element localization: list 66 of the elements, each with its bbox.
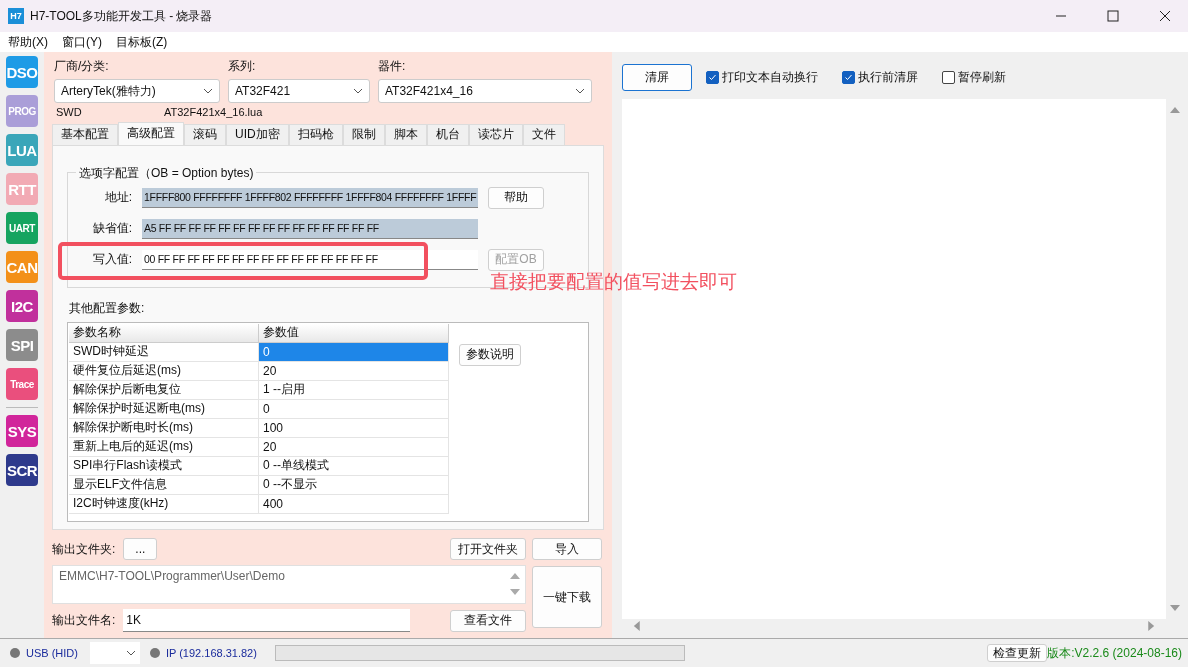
window-title: H7-TOOL多功能开发工具 - 烧录器	[30, 7, 214, 25]
app-logo: H7	[8, 8, 24, 24]
tab[interactable]: 基本配置	[52, 124, 118, 145]
tab[interactable]: 读芯片	[468, 124, 523, 145]
tab[interactable]: UID加密	[226, 124, 289, 145]
interface-text: SWD	[56, 106, 83, 118]
chevron-down-icon	[125, 650, 136, 656]
field-label: 系列:	[228, 58, 257, 75]
dropdown[interactable]: AT32F421x4_16	[378, 79, 592, 103]
browse-button[interactable]: ...	[123, 538, 158, 560]
field-label: 缺省值:	[91, 220, 132, 238]
section-title: 其他配置参数:	[69, 299, 146, 317]
version-text: 版本:V2.2.6 (2024-08-16)	[1047, 644, 1182, 662]
input-field[interactable]: 1K	[123, 609, 411, 632]
tab[interactable]: 脚本	[384, 124, 427, 145]
tab[interactable]: 机台	[426, 124, 469, 145]
group-title: 选项字配置（OB = Option bytes)	[76, 164, 257, 182]
checkbox[interactable]: 打印文本自动换行	[706, 69, 818, 86]
path-field[interactable]: EMMC\H7-TOOL\Programmer\User\Demo	[52, 565, 526, 604]
nav-tile[interactable]: SYS	[6, 415, 38, 447]
nav-tile[interactable]: I2C	[6, 290, 38, 322]
chevron-down-icon	[203, 88, 213, 94]
ip-status: IP (192.168.31.82)	[165, 647, 257, 659]
clear-button[interactable]: 清屏	[622, 64, 692, 91]
readonly-field[interactable]: A5 FF FF FF FF FF FF FF FF FF FF FF FF FF FF FF	[142, 218, 478, 239]
field-label: 地址:	[103, 189, 132, 207]
tab[interactable]: 高级配置	[118, 122, 184, 145]
script-file-text: AT32F421x4_16.lua	[164, 106, 264, 118]
usb-status: USB (HID)	[26, 647, 78, 659]
column-header: 参数值	[259, 323, 449, 343]
dropdown[interactable]: AT32F421	[228, 79, 370, 103]
field-label: 写入值:	[91, 251, 132, 269]
checkbox-box[interactable]	[942, 71, 955, 84]
readonly-field[interactable]: 1FFFF800 FFFFFFFF 1FFFF802 FFFFFFFF 1FFFF804 FFFFFFFF 1FFFF	[142, 187, 478, 208]
nav-tile[interactable]: Trace	[6, 368, 38, 400]
checkbox-box[interactable]	[706, 71, 719, 84]
tab[interactable]: 滚码	[184, 124, 226, 145]
tab[interactable]: 文件	[522, 124, 565, 145]
field-label: 器件:	[378, 58, 407, 75]
chevron-down-icon	[353, 88, 363, 94]
checkbox-box[interactable]	[842, 71, 855, 84]
download-button[interactable]: 一键下载	[532, 566, 602, 628]
field-label: 输出文件夹:	[52, 540, 116, 558]
menu-item[interactable]: 目标板(Z)	[116, 33, 168, 51]
dropdown[interactable]: ArteryTek(雅特力)	[54, 79, 220, 103]
param-help-button[interactable]: 参数说明	[459, 343, 521, 366]
checkbox[interactable]: 暂停刷新	[942, 69, 1006, 86]
menu-item[interactable]: 窗口(Y)	[62, 33, 102, 51]
field-label: 输出文件名:	[52, 612, 116, 629]
column-header: 参数名称	[69, 323, 259, 343]
input-field[interactable]: 00 FF FF FF FF FF FF FF FF FF FF FF FF FF FF FF	[142, 249, 478, 270]
status-dot	[10, 648, 20, 658]
check-update-button[interactable]: 检查更新	[987, 644, 1048, 662]
checkbox[interactable]: 执行前清屏	[842, 69, 918, 86]
status-dot	[149, 648, 160, 658]
menu-item[interactable]: 帮助(X)	[8, 33, 48, 51]
tab[interactable]: 限制	[342, 124, 385, 145]
chevron-down-icon	[575, 88, 585, 94]
import-button[interactable]: 导入	[532, 538, 602, 560]
annotation-text: 直接把要配置的值写进去即可	[490, 269, 737, 294]
help-button[interactable]: 帮助	[488, 186, 544, 209]
nav-tile[interactable]: SCR	[6, 454, 38, 486]
field-label: 厂商/分类:	[54, 58, 110, 75]
open-folder-button[interactable]: 打开文件夹	[450, 538, 526, 560]
view-file-button[interactable]: 查看文件	[450, 609, 526, 632]
tab[interactable]: 扫码枪	[288, 124, 343, 145]
